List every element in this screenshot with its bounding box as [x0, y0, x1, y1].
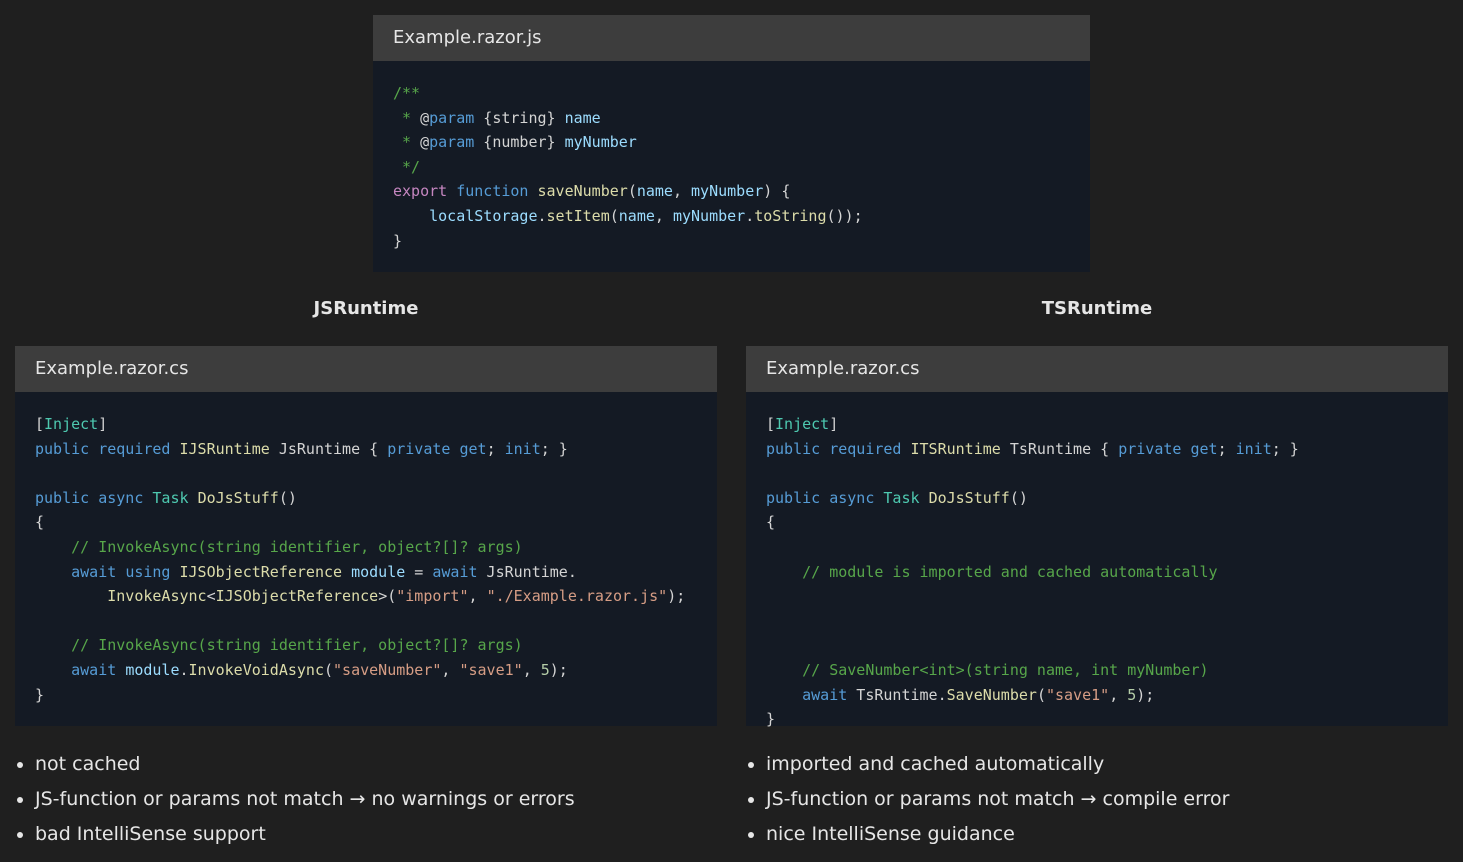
jsruntime-notes: not cached JS-function or params not mat… [15, 747, 725, 852]
list-item: JS-function or params not match → compil… [766, 782, 1456, 817]
jsruntime-code-block: [Inject] public required IJSRuntime JsRu… [35, 415, 686, 704]
list-item: imported and cached automatically [766, 747, 1456, 782]
jsruntime-file-tab: Example.razor.cs [15, 346, 717, 392]
tsruntime-code-panel: Example.razor.cs [Inject] public require… [746, 346, 1448, 728]
list-item: JS-function or params not match → no war… [35, 782, 725, 817]
tsruntime-code-block: [Inject] public required ITSRuntime TsRu… [766, 415, 1299, 729]
list-item: not cached [35, 747, 725, 782]
list-item: bad IntelliSense support [35, 817, 725, 852]
jsruntime-title: JSRuntime [313, 298, 419, 319]
jsruntime-code-panel: Example.razor.cs [Inject] public require… [15, 346, 717, 726]
tsruntime-notes: imported and cached automatically JS-fun… [746, 747, 1456, 852]
list-item: nice IntelliSense guidance [766, 817, 1456, 852]
js-file-tab: Example.razor.js [373, 15, 1090, 61]
tsruntime-title: TSRuntime [1041, 298, 1153, 319]
tsruntime-file-tab: Example.razor.cs [746, 346, 1448, 392]
js-code-block: /** * @param {string} name * @param {num… [393, 84, 863, 250]
js-code-panel: Example.razor.js /** * @param {string} n… [373, 15, 1090, 272]
